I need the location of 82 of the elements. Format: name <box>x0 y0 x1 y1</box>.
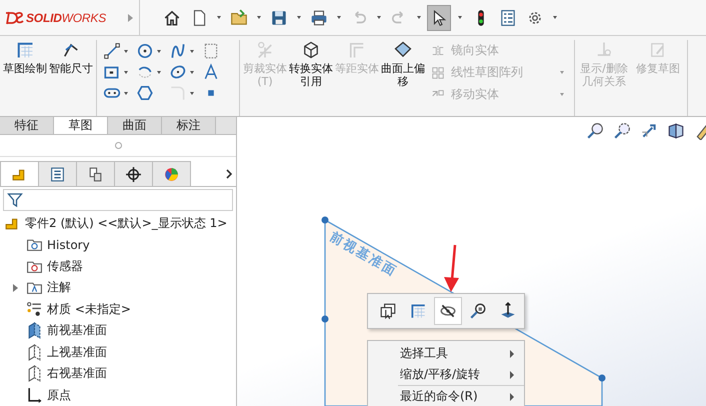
caret-icon[interactable] <box>124 92 128 94</box>
caret-icon[interactable] <box>553 16 557 19</box>
tree-item[interactable]: 上视基准面 <box>47 344 107 361</box>
normal-to-icon <box>499 302 517 320</box>
configuration-icon <box>87 166 104 183</box>
surface-offset-button[interactable]: 曲面上偏移 <box>381 40 425 116</box>
sketch-icon <box>409 302 427 320</box>
pattern-icon <box>431 66 445 80</box>
tree-item[interactable]: 前视基准面 <box>47 322 107 340</box>
property-list-icon <box>49 166 66 183</box>
command-tab[interactable]: 标注 <box>162 117 216 134</box>
line-icon[interactable] <box>103 42 121 60</box>
manager-tab[interactable] <box>114 161 153 186</box>
construction-geometry-icon[interactable] <box>202 42 220 60</box>
plane-icon <box>26 322 43 340</box>
spline-icon[interactable] <box>169 42 187 60</box>
zoom-fit-icon[interactable] <box>586 122 604 140</box>
tree-item[interactable]: 材质 <未指定> <box>47 300 131 318</box>
manager-tab[interactable] <box>76 161 115 186</box>
material-icon <box>26 300 43 318</box>
annotation-arrow <box>444 244 459 292</box>
select-other-icon <box>379 302 397 320</box>
manager-tab[interactable] <box>38 161 77 186</box>
plane-icon <box>26 344 43 361</box>
cube-button[interactable]: 转换实体引用 <box>289 40 333 116</box>
splitter-handle[interactable] <box>114 142 122 150</box>
zoom-area-icon[interactable] <box>613 122 631 140</box>
home-icon <box>163 8 181 26</box>
caret-icon[interactable] <box>190 50 194 52</box>
list-icon <box>499 8 517 26</box>
command-tab[interactable]: 特征 <box>0 117 54 134</box>
save-icon <box>270 8 288 26</box>
circle-icon[interactable] <box>136 42 154 60</box>
caret-icon[interactable] <box>124 70 128 74</box>
caret-icon[interactable] <box>458 16 462 19</box>
plane-icon <box>26 365 43 382</box>
filter-field[interactable] <box>3 189 233 210</box>
origin-axes-icon <box>26 386 43 404</box>
mirror-icon <box>431 44 445 58</box>
caret-icon[interactable] <box>190 70 194 74</box>
previous-view-icon[interactable] <box>640 122 658 140</box>
logo-mark-icon <box>4 10 24 26</box>
caret-icon[interactable] <box>297 16 301 19</box>
ellipse-icon[interactable] <box>169 63 187 81</box>
cube-icon <box>301 40 321 60</box>
menu-item[interactable]: 选择工具 <box>368 343 524 364</box>
hexagon-icon[interactable] <box>136 84 154 102</box>
menu-item[interactable]: 最近的命令(R) <box>368 386 524 406</box>
caret-icon[interactable] <box>257 16 261 19</box>
zoom-icon <box>469 302 487 320</box>
app-name: SOLIDWORKS <box>26 10 106 24</box>
caret-icon[interactable] <box>337 16 341 19</box>
hidden-eye-button[interactable] <box>434 297 462 325</box>
caret-icon[interactable] <box>157 50 161 52</box>
folder-icon <box>230 8 248 26</box>
color-wheel-icon <box>163 166 180 183</box>
expand-arrow-icon[interactable] <box>12 284 18 292</box>
print-icon <box>310 8 328 26</box>
dimension-button[interactable]: 智能尺寸 <box>49 40 93 116</box>
filter-icon <box>7 192 23 208</box>
menu-item[interactable]: 缩放/平移/旋转 <box>368 364 524 385</box>
sketch-button[interactable]: 草图绘制 <box>3 40 47 116</box>
expand-menu-icon[interactable] <box>128 14 133 22</box>
caret-icon[interactable] <box>124 50 128 52</box>
section-view-icon[interactable] <box>667 122 685 140</box>
tree-item[interactable]: History <box>47 238 90 252</box>
tree-item[interactable]: 注解 <box>47 279 71 296</box>
select-button[interactable] <box>427 4 451 30</box>
sketch-icon <box>15 40 35 60</box>
tree-item[interactable]: 右视基准面 <box>47 365 107 382</box>
tree-item[interactable]: 原点 <box>47 386 71 404</box>
command-tab[interactable]: 曲面 <box>108 117 162 134</box>
tree-item[interactable]: 零件2 (默认) <<默认>_显示状态 1> <box>25 214 228 232</box>
plane-label: 前视基准面 <box>327 229 400 280</box>
tree-item[interactable]: 传感器 <box>47 258 83 275</box>
caret-icon[interactable] <box>157 70 161 74</box>
hidden-eye-icon <box>439 302 457 320</box>
crosshair-icon <box>125 166 142 183</box>
surface-offset-icon <box>393 40 413 60</box>
text-tool-icon[interactable] <box>202 63 220 81</box>
command-tab[interactable]: 草图 <box>54 117 108 134</box>
caret-icon[interactable] <box>217 16 221 19</box>
